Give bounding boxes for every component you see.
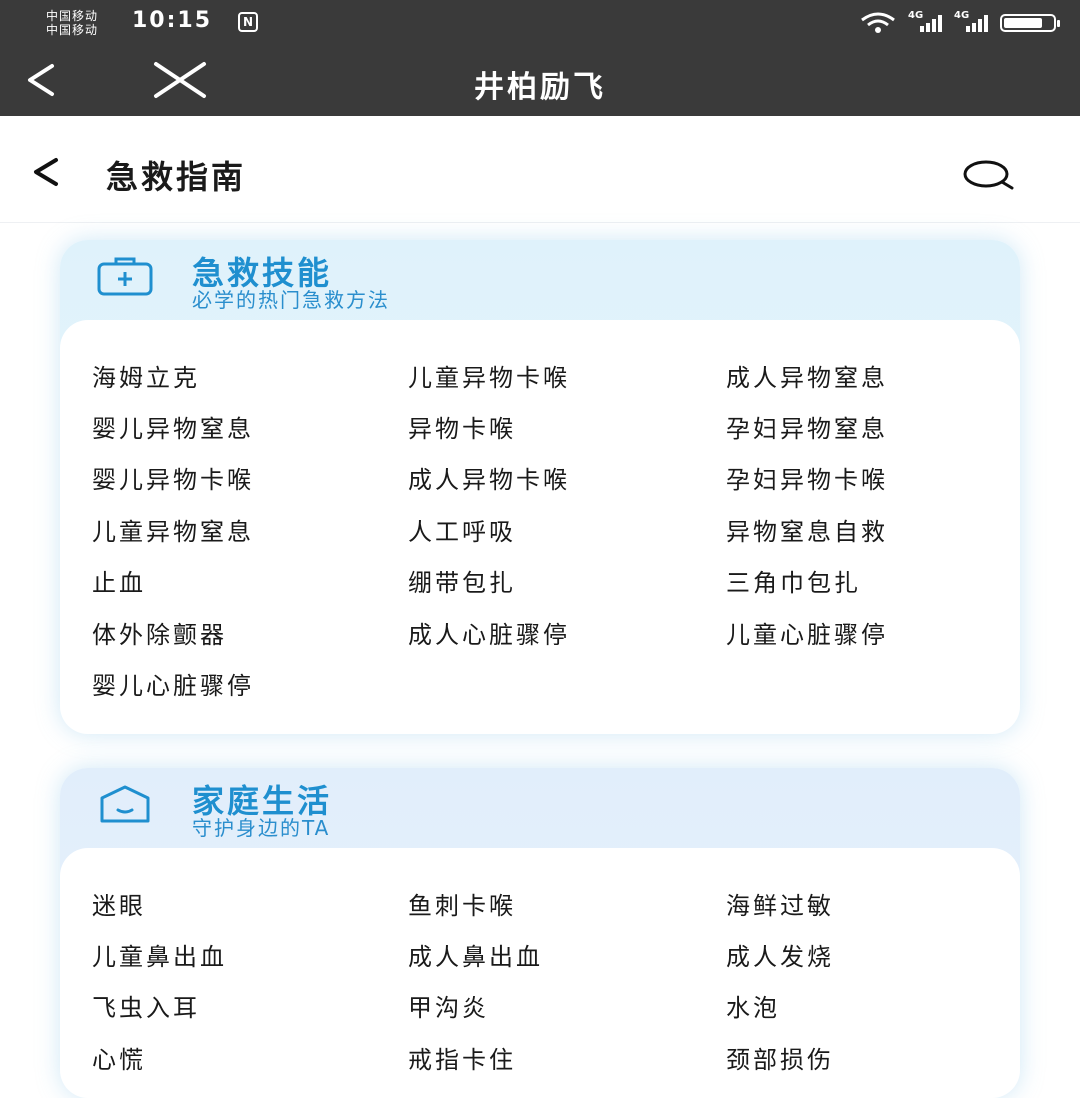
list-item[interactable]: 戒指卡住 [408,1040,516,1075]
clock: 10:15 [132,8,213,33]
list-item[interactable]: 海姆立克 [92,358,200,393]
signal-icon: 4G [908,10,942,32]
carrier-label-1: 中国移动 [46,9,99,23]
list-item[interactable]: 绷带包扎 [408,563,516,598]
network-type-1: 4G [908,10,924,21]
home-icon [100,785,150,823]
carrier-info: 中国移动 中国移动 [46,9,98,37]
list-item[interactable]: 鱼刺卡喉 [408,886,516,921]
list-item[interactable]: 婴儿异物卡喉 [92,460,254,495]
page-back-button[interactable] [26,152,66,192]
network-type-2: 4G [954,10,970,21]
list-item[interactable]: 人工呼吸 [408,512,516,547]
list-item[interactable]: 孕妇异物卡喉 [726,460,888,495]
list-item[interactable]: 水泡 [726,988,780,1023]
list-item[interactable]: 成人发烧 [726,937,834,972]
list-item[interactable]: 婴儿异物窒息 [92,409,254,444]
wifi-icon [861,12,895,33]
battery-icon [1000,14,1060,32]
list-item[interactable]: 飞虫入耳 [92,988,200,1023]
list-item[interactable]: 成人鼻出血 [408,937,543,972]
list-item[interactable]: 止血 [92,563,146,598]
list-item[interactable]: 心慌 [92,1040,146,1075]
list-item[interactable]: 婴儿心脏骤停 [92,666,254,701]
list-item[interactable]: 儿童心脏骤停 [726,615,888,650]
section-subtitle: 必学的热门急救方法 [192,288,390,312]
list-item[interactable]: 海鲜过敏 [726,886,834,921]
list-item[interactable]: 儿童异物卡喉 [408,358,570,393]
section-first-aid-skills: 急救技能 必学的热门急救方法 海姆立克 儿童异物卡喉 成人异物窒息 婴儿异物窒息… [60,240,1020,734]
list-item[interactable]: 颈部损伤 [726,1040,834,1075]
list-item[interactable]: 成人心脏骤停 [408,615,570,650]
list-item[interactable]: 甲沟炎 [408,988,489,1023]
first-aid-kit-icon [97,257,153,296]
section-header: 家庭生活 守护身边的TA [60,768,1020,848]
app-title: 井柏励飞 [474,70,606,105]
status-bar: 中国移动 中国移动 10:15 N 4G 4G [0,0,1080,46]
search-button[interactable] [960,154,1016,198]
list-item[interactable]: 成人异物窒息 [726,358,888,393]
list-item[interactable]: 体外除颤器 [92,615,227,650]
carrier-label-2: 中国移动 [46,23,99,37]
list-item[interactable]: 异物卡喉 [408,409,516,444]
section-items: 海姆立克 儿童异物卡喉 成人异物窒息 婴儿异物窒息 异物卡喉 孕妇异物窒息 婴儿… [60,320,1020,734]
section-subtitle: 守护身边的TA [192,816,331,840]
list-item[interactable]: 三角巾包扎 [726,563,861,598]
section-items: 迷眼 鱼刺卡喉 海鲜过敏 儿童鼻出血 成人鼻出血 成人发烧 飞虫入耳 甲沟炎 水… [60,848,1020,1098]
page-title: 急救指南 [106,158,247,196]
nfc-icon: N [238,12,258,32]
status-indicators: 4G 4G [860,10,1060,36]
list-item[interactable]: 儿童异物窒息 [92,512,254,547]
page-header: 急救指南 [0,116,1080,223]
list-item[interactable]: 异物窒息自救 [726,512,888,547]
chevron-left-icon [34,158,58,186]
list-item[interactable]: 迷眼 [92,886,146,921]
search-icon [963,160,1014,190]
section-family-life: 家庭生活 守护身边的TA 迷眼 鱼刺卡喉 海鲜过敏 儿童鼻出血 成人鼻出血 成人… [60,768,1020,1098]
list-item[interactable]: 儿童鼻出血 [92,937,227,972]
list-item[interactable]: 孕妇异物窒息 [726,409,888,444]
list-item[interactable]: 成人异物卡喉 [408,460,570,495]
signal-icon: 4G [954,10,988,32]
section-header: 急救技能 必学的热门急救方法 [60,240,1020,320]
app-bar: 井柏励飞 [0,46,1080,116]
